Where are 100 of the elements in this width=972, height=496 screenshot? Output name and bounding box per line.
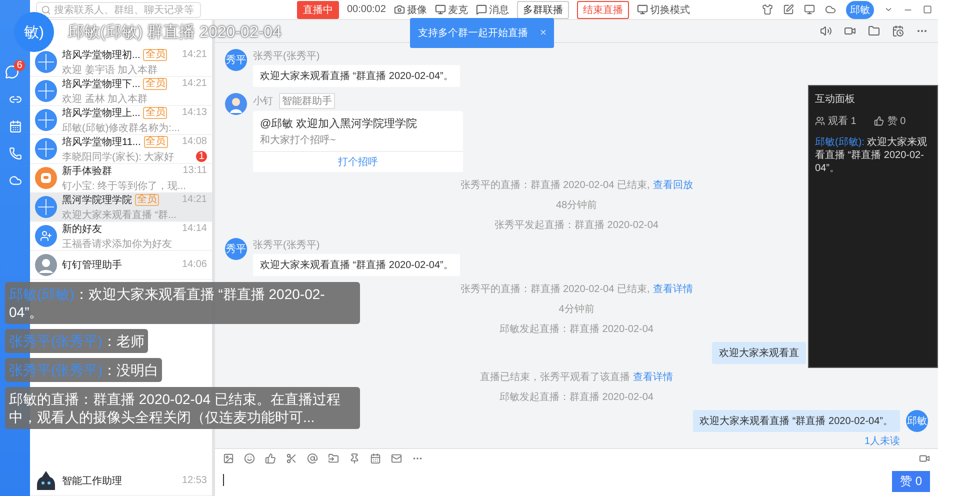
card-text: 和大家打个招呼~ bbox=[259, 134, 337, 148]
message-preview: 王福香请求添加你为好友 bbox=[62, 238, 172, 250]
group-avatar-icon bbox=[35, 196, 57, 218]
phone-icon[interactable] bbox=[8, 147, 22, 160]
end-live-button[interactable]: 结束直播 bbox=[576, 0, 629, 18]
mail-icon[interactable] bbox=[391, 453, 402, 464]
switch-mode-button[interactable]: 切换模式 bbox=[636, 2, 690, 16]
viewer-count: 观看 1 bbox=[815, 114, 856, 128]
conversation-time: 13:11 bbox=[182, 165, 207, 176]
assistant-avatar-icon bbox=[225, 93, 247, 116]
system-message: 张秀平发起直播：群直播 2020-02-04 bbox=[494, 218, 658, 232]
folder-icon[interactable] bbox=[328, 453, 339, 464]
maximize-icon[interactable] bbox=[923, 5, 932, 14]
speaker-icon[interactable] bbox=[820, 25, 832, 38]
conversation-item[interactable]: 培风学堂物理上... 全员 14:13 邱敏(邱敏)修改群名称为:... bbox=[30, 106, 212, 135]
message-preview: 欢迎 姜宇语 加入本群 bbox=[62, 64, 158, 76]
calendar-icon[interactable] bbox=[892, 25, 904, 38]
unread-badge: 1 bbox=[196, 151, 207, 162]
conversation-item[interactable]: 黑河学院理学院 全员 14:21 欢迎大家来观看直播 “群... bbox=[30, 193, 212, 222]
panel-comment: 邱敏(邱敏): 欢迎大家来观看直播 “群直播 2020-02-04”。 bbox=[815, 136, 928, 175]
message-bubble: 欢迎大家来观看直 bbox=[712, 342, 806, 364]
chat-bot-avatar-icon bbox=[35, 167, 57, 189]
conversation-time: 14:21 bbox=[182, 78, 207, 89]
conversation-item[interactable]: 培风学堂物理初... 全员 14:21 欢迎 姜宇语 加入本群 bbox=[30, 48, 212, 77]
conversation-item[interactable]: 新手体验群 13:11 钉小宝: 终于等到你了，现... bbox=[30, 164, 212, 193]
video-icon[interactable] bbox=[844, 25, 856, 38]
conversation-item[interactable]: 新的好友 14:14 王福香请求添加你为好友 bbox=[30, 222, 212, 251]
conversation-item[interactable]: 钉钉管理助手 14:06 bbox=[30, 251, 212, 280]
conversation-title: 培风学堂物理下... bbox=[62, 78, 140, 90]
system-message: 邱敏发起直播：群直播 2020-02-04 bbox=[500, 322, 654, 336]
details-link[interactable]: 查看详情 bbox=[633, 370, 673, 384]
conversation-time: 14:08 bbox=[182, 136, 207, 147]
pin-icon[interactable] bbox=[349, 453, 360, 464]
message-preview: 欢迎 孟林 加入本群 bbox=[62, 92, 148, 106]
robot-avatar-icon bbox=[35, 470, 57, 492]
search-icon bbox=[41, 4, 51, 14]
system-message: 48分钟前 bbox=[556, 198, 598, 212]
compose-icon[interactable] bbox=[783, 4, 794, 15]
system-message: 直播已结束，张秀平观看了该直播 bbox=[480, 370, 630, 384]
user-silhouette-icon bbox=[35, 254, 57, 276]
caption: 张秀平(张秀平)：没明白 bbox=[5, 358, 162, 382]
role-tag: 智能群助手 bbox=[279, 93, 335, 110]
search-field[interactable]: 搜索联系人、群组、聊天记录等 bbox=[36, 2, 201, 18]
folder-icon[interactable] bbox=[868, 25, 880, 38]
close-button[interactable]: × bbox=[540, 27, 546, 39]
monitor-icon[interactable] bbox=[804, 4, 815, 15]
conversation-time: 14:13 bbox=[182, 107, 207, 118]
conversation-time: 14:21 bbox=[182, 194, 207, 205]
thumbs-up-icon bbox=[874, 116, 884, 126]
live-tool-button[interactable]: 摄像 bbox=[394, 2, 427, 16]
scissors-icon[interactable] bbox=[286, 453, 297, 464]
caret-icon[interactable] bbox=[884, 5, 893, 14]
emoji-icon[interactable] bbox=[244, 453, 255, 464]
group-tag: 全员 bbox=[143, 78, 168, 90]
mention-icon[interactable] bbox=[307, 453, 318, 464]
conversation-title: 培风学堂物理11... bbox=[62, 136, 141, 148]
conversation-item[interactable]: 培风学堂物理11... 全员 14:08 李晓阳同学(家长): 大家好 1 bbox=[30, 135, 212, 164]
read-receipt[interactable]: 1人未读 bbox=[864, 434, 900, 448]
greet-button[interactable]: 打个招呼 bbox=[253, 151, 463, 172]
image-icon[interactable] bbox=[223, 453, 234, 464]
details-link[interactable]: 查看回放 bbox=[652, 178, 693, 192]
conversation-title: 智能工作助理 bbox=[62, 474, 122, 488]
cloud-icon[interactable] bbox=[8, 174, 22, 187]
conversation-time: 12:53 bbox=[182, 475, 207, 486]
cloud-icon[interactable] bbox=[825, 4, 836, 15]
group-tag: 全员 bbox=[143, 106, 168, 118]
details-link[interactable]: 查看详情 bbox=[652, 282, 693, 296]
group-tag: 全员 bbox=[135, 194, 159, 206]
card-heading: @邱敏 欢迎加入黑河学院理学院 bbox=[259, 116, 418, 132]
group-avatar-icon bbox=[35, 138, 57, 160]
system-message: 邱敏发起直播：群直播 2020-02-04 bbox=[500, 390, 654, 404]
user-avatar[interactable]: 秀平 bbox=[225, 49, 247, 72]
viewers-icon bbox=[815, 116, 825, 126]
live-tool-button[interactable]: 麦克 bbox=[434, 2, 468, 16]
sender-name: 小钉 bbox=[253, 94, 273, 108]
conversation-title: 钉钉管理助手 bbox=[62, 258, 122, 272]
thumbs-up-icon[interactable] bbox=[265, 453, 276, 464]
caption: 邱敏(邱敏)：欢迎大家来观看直播 “群直播 2020-02-04”。 bbox=[5, 282, 360, 324]
sender-name: 张秀平(张秀平) bbox=[253, 238, 320, 252]
group-avatar-icon bbox=[35, 109, 57, 131]
user-avatar[interactable]: 邱敏 bbox=[846, 0, 874, 18]
tooltip-text: 支持多个群一起开始直播 bbox=[418, 26, 528, 40]
system-message: 张秀平的直播：群直播 2020-02-04 已结束, bbox=[460, 178, 650, 192]
caption: 邱敏的直播：群直播 2020-02-04 已结束。在直播过程中，观看人的摄像头全程关闭（仅连麦功能时可... bbox=[5, 387, 360, 429]
group-tag: 全员 bbox=[144, 136, 168, 148]
like-button[interactable]: 赞 0 bbox=[892, 471, 930, 492]
live-status: 直播中 bbox=[297, 0, 339, 18]
camera-icon bbox=[394, 4, 405, 15]
message-preview: 邱敏(邱敏)修改群名称为:... bbox=[62, 122, 180, 134]
conversation-item[interactable]: 培风学堂物理下... 全员 14:21 欢迎 孟林 加入本群 bbox=[30, 77, 212, 106]
conversation-title: 培风学堂物理上... bbox=[62, 106, 140, 120]
conversation-title: 新手体验群 bbox=[62, 164, 112, 178]
calendar-icon[interactable] bbox=[370, 453, 381, 464]
user-avatar[interactable]: 邱敏 bbox=[906, 410, 928, 432]
panel-title: 互动面板 bbox=[815, 92, 856, 106]
user-avatar[interactable]: 秀平 bbox=[225, 238, 247, 260]
shirt-icon[interactable] bbox=[762, 4, 773, 15]
live-tool-button[interactable]: 消息 bbox=[476, 2, 509, 16]
video-icon[interactable] bbox=[919, 453, 930, 464]
like-count: 赞 0 bbox=[874, 114, 906, 128]
